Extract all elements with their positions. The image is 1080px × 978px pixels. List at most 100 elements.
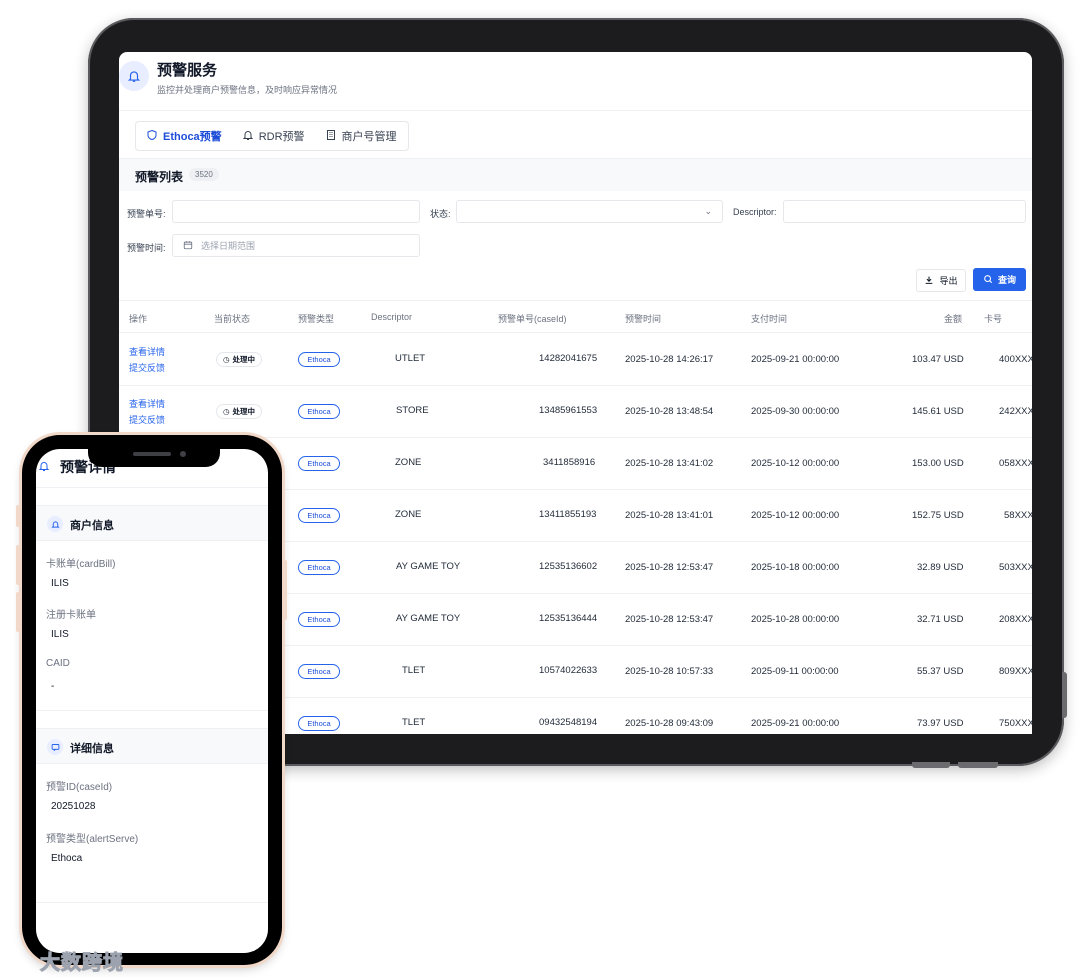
shield-icon <box>146 129 158 144</box>
column-header: 预警时间 <box>625 314 662 324</box>
column-header: Descriptor <box>371 312 413 322</box>
search-icon <box>983 274 993 286</box>
column-header: 预警类型 <box>298 314 335 324</box>
section-title: 详细信息 <box>70 743 114 755</box>
type-tag: Ethoca <box>298 716 340 731</box>
tab-ethoca[interactable]: Ethoca预警 <box>136 122 232 150</box>
case-id-cell: 14282041675 <box>539 353 598 364</box>
descriptor-cell: TLET <box>402 665 426 676</box>
alert-time-cell: 2025-10-28 12:53:47 <box>625 614 714 625</box>
table-header: 操作 当前状态 预警类型 Descriptor 预警单号(caseId) 预警时… <box>119 300 1032 333</box>
pay-time-cell: 2025-10-18 00:00:00 <box>751 562 840 573</box>
date-placeholder: 选择日期范围 <box>201 241 256 251</box>
case-id-cell: 13411855193 <box>539 509 597 520</box>
tablet-side-button <box>1062 672 1067 718</box>
alert-time-cell: 2025-10-28 09:43:09 <box>625 718 714 729</box>
tab-label: Ethoca预警 <box>163 131 222 143</box>
camera-dot <box>180 451 186 457</box>
table-row: 查看详情 提交反馈 ◷ 处理中 Ethoca UTLET 14282041675 … <box>119 334 1032 386</box>
alert-no-input[interactable] <box>172 200 420 223</box>
column-header: 金额 <box>944 314 963 324</box>
status-text: 处理中 <box>232 407 256 416</box>
pay-time-cell: 2025-09-21 00:00:00 <box>751 354 840 365</box>
status-badge: ◷ 处理中 <box>216 352 263 367</box>
card-cell: 503XXX <box>999 562 1032 573</box>
divider <box>36 902 268 903</box>
query-button[interactable]: 查询 <box>973 268 1026 291</box>
view-details-link[interactable]: 查看详情 <box>129 397 165 410</box>
type-tag: Ethoca <box>298 508 340 523</box>
building-icon <box>325 129 337 144</box>
descriptor-label: Descriptor: <box>733 207 777 217</box>
bell-icon <box>242 129 254 144</box>
descriptor-cell: AY GAME TOY <box>396 613 461 624</box>
alert-time-cell: 2025-10-28 13:48:54 <box>625 406 714 417</box>
chevron-down-icon: ⌄ <box>704 206 712 216</box>
type-tag: Ethoca <box>298 560 340 575</box>
tab-rdr[interactable]: RDR预警 <box>232 122 315 150</box>
submit-feedback-link[interactable]: 提交反馈 <box>129 361 165 374</box>
submit-feedback-link[interactable]: 提交反馈 <box>129 413 165 426</box>
detail-section-header: 详细信息 <box>36 728 268 764</box>
calendar-icon <box>183 240 193 252</box>
case-id-cell: 10574022633 <box>539 665 598 676</box>
amount-cell: 55.37 USD <box>917 666 964 677</box>
amount-cell: 145.61 USD <box>912 406 964 417</box>
case-id-cell: 12535136444 <box>539 613 598 624</box>
card-cell: 058XXX <box>999 458 1032 469</box>
view-details-link[interactable]: 查看详情 <box>129 345 165 358</box>
card-cell: 58XXX <box>1004 510 1032 521</box>
watermark: 大数跨境 <box>40 952 124 975</box>
descriptor-cell: AY GAME TOY <box>396 561 461 572</box>
column-header: 操作 <box>129 314 148 324</box>
case-id-cell: 3411858916 <box>543 457 596 468</box>
pay-time-cell: 2025-10-12 00:00:00 <box>751 458 840 469</box>
phone-side-button <box>16 505 20 527</box>
query-label: 查询 <box>997 275 1016 285</box>
amount-cell: 103.47 USD <box>912 354 964 365</box>
pay-time-cell: 2025-10-28 00:00:00 <box>751 614 840 625</box>
bell-icon <box>119 61 149 91</box>
amount-cell: 73.97 USD <box>917 718 964 729</box>
divider <box>36 487 268 488</box>
case-id-cell: 13485961553 <box>539 405 598 416</box>
descriptor-cell: UTLET <box>395 353 426 364</box>
alert-time-cell: 2025-10-28 13:41:02 <box>625 458 714 469</box>
bell-icon <box>38 459 50 477</box>
tab-bar: Ethoca预警 RDR预警 商户号管理 <box>135 121 409 151</box>
alert-time-cell: 2025-10-28 13:41:01 <box>625 510 714 521</box>
column-header: 卡号 <box>984 314 1003 324</box>
pay-time-cell: 2025-09-11 00:00:00 <box>751 666 839 677</box>
speaker-grille <box>133 452 171 456</box>
merchant-section-header: 商户信息 <box>36 505 268 541</box>
status-select[interactable]: ⌄ <box>456 200 723 223</box>
type-tag: Ethoca <box>298 664 340 679</box>
tab-label: 商户号管理 <box>341 131 397 143</box>
column-header: 支付时间 <box>751 314 788 324</box>
pay-time-cell: 2025-10-12 00:00:00 <box>751 510 840 521</box>
type-tag: Ethoca <box>298 456 340 471</box>
column-header: 当前状态 <box>214 314 251 324</box>
case-id-cell: 09432548194 <box>539 717 598 728</box>
tab-merchant[interactable]: 商户号管理 <box>315 122 407 150</box>
descriptor-input[interactable] <box>783 200 1026 223</box>
descriptor-cell: ZONE <box>395 509 422 520</box>
type-tag: Ethoca <box>298 612 340 627</box>
column-header: 预警单号(caseId) <box>498 314 567 324</box>
field-value: - <box>51 681 55 692</box>
card-cell: 208XXX <box>999 614 1032 625</box>
card-cell: 400XXX <box>999 354 1032 365</box>
date-range-picker[interactable]: 选择日期范围 <box>172 234 420 257</box>
table-row: 查看详情 提交反馈 ◷ 处理中 Ethoca STORE 13485961553 … <box>119 386 1032 438</box>
divider <box>119 110 1032 111</box>
export-button[interactable]: 导出 <box>916 269 966 292</box>
field-label: 注册卡账单 <box>46 610 96 621</box>
section-title: 商户信息 <box>70 520 114 532</box>
field-label: 预警ID(caseId) <box>46 782 113 793</box>
alert-no-label: 预警单号: <box>127 209 166 219</box>
card-cell: 750XXX <box>999 718 1032 729</box>
case-id-cell: 12535136602 <box>539 561 598 572</box>
page-subtitle: 监控并处理商户预警信息，及时响应异常情况 <box>157 85 338 95</box>
count-badge: 3520 <box>189 168 219 181</box>
status-text: 处理中 <box>232 355 256 364</box>
